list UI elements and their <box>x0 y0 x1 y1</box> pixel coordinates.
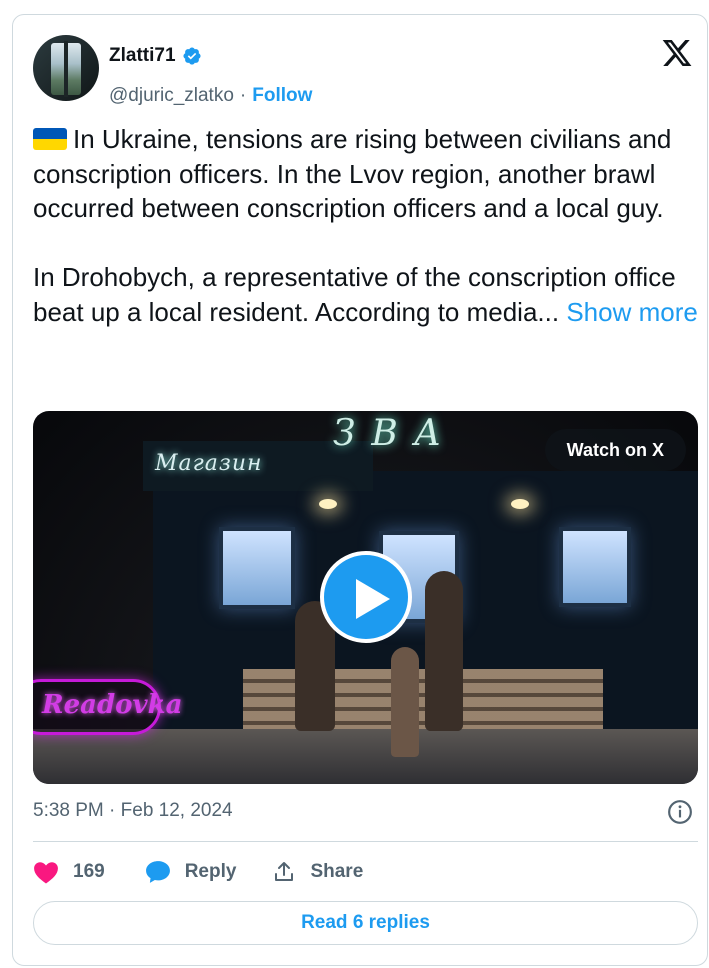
reply-button[interactable]: Reply <box>145 860 237 884</box>
video-watermark-text: Readovka <box>42 690 183 720</box>
show-more-link[interactable]: Show more <box>566 297 698 327</box>
read-replies-button[interactable]: Read 6 replies <box>33 901 698 945</box>
video-player[interactable]: Магазин ЗВА Watch on X Readovka <box>33 411 698 784</box>
reply-label: Reply <box>184 861 237 882</box>
reply-bubble-icon <box>145 861 170 883</box>
x-logo-icon[interactable] <box>661 37 693 69</box>
tweet-timestamp[interactable]: 5:38 PM · Feb 12, 2024 <box>33 800 233 822</box>
watch-on-x-button[interactable]: Watch on X <box>544 429 686 471</box>
tweet-text: In Ukraine, tensions are rising between … <box>33 122 701 329</box>
tweet-card: Zlatti71 @djuric_zlatko · Follow In Ukra… <box>12 14 708 966</box>
tweet-paragraph-2: In Drohobych, a representative of the co… <box>33 260 701 329</box>
video-window-left <box>219 527 295 609</box>
video-window-right <box>559 527 631 607</box>
share-icon <box>275 862 294 881</box>
action-bar: 169 Reply Share <box>33 857 363 887</box>
video-top-sign: ЗВА <box>333 413 458 454</box>
author-name-row: Zlatti71 <box>109 45 202 67</box>
video-person-3 <box>391 647 419 757</box>
ukraine-flag-icon <box>33 128 67 150</box>
share-label: Share <box>310 861 364 882</box>
tweet-paragraph-1-text: In Ukraine, tensions are rising between … <box>33 124 672 223</box>
heart-icon <box>34 862 58 884</box>
share-button[interactable]: Share <box>272 860 363 884</box>
handle-separator: · <box>239 85 247 106</box>
author-display-name[interactable]: Zlatti71 <box>109 45 176 67</box>
avatar-window-frame <box>64 41 68 97</box>
info-icon[interactable] <box>667 799 693 825</box>
video-watermark-logo: Readovka <box>33 679 183 735</box>
video-store-sign: Магазин <box>155 451 263 476</box>
divider <box>33 841 698 842</box>
author-handle-row: @djuric_zlatko · Follow <box>109 85 312 107</box>
author-handle[interactable]: @djuric_zlatko <box>109 85 234 107</box>
verified-badge-icon <box>182 47 201 65</box>
video-lamp-left <box>319 499 337 509</box>
follow-button[interactable]: Follow <box>252 85 312 107</box>
video-lamp-right <box>511 499 529 509</box>
video-person-2 <box>425 571 463 731</box>
play-button[interactable] <box>320 551 412 643</box>
video-ground <box>33 729 698 784</box>
avatar[interactable] <box>33 35 99 101</box>
like-count: 169 <box>73 861 105 882</box>
like-button[interactable]: 169 <box>33 860 105 884</box>
tweet-paragraph-1: In Ukraine, tensions are rising between … <box>33 122 701 226</box>
play-icon <box>356 579 390 619</box>
